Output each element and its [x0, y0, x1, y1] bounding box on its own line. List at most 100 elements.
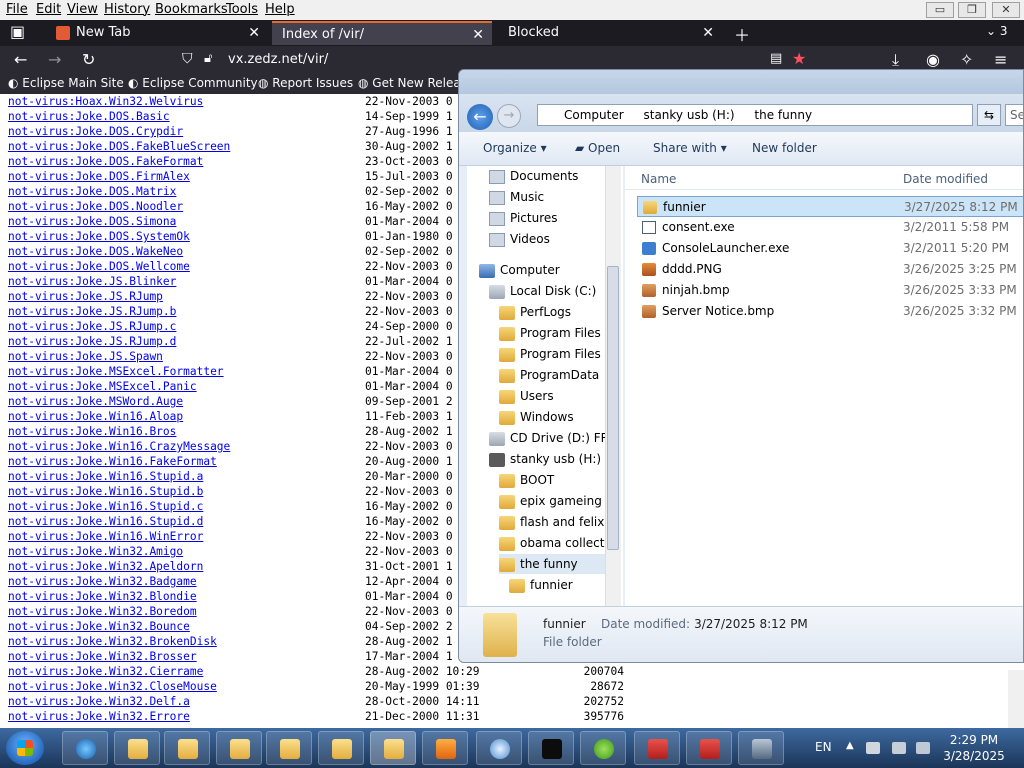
- listing-link[interactable]: not-virus:Joke.Win32.Amigo: [8, 545, 183, 558]
- listing-link[interactable]: not-virus:Joke.DOS.FirmAlex: [8, 170, 190, 183]
- explorer-title-bar[interactable]: [459, 70, 1023, 94]
- menu-help[interactable]: Help: [265, 2, 295, 17]
- listing-link[interactable]: not-virus:Joke.Win32.Boredom: [8, 605, 197, 618]
- nav-item[interactable]: funnier: [509, 575, 617, 595]
- menu-view[interactable]: View: [67, 2, 98, 17]
- taskbar-red-box-1[interactable]: [634, 731, 680, 765]
- bookmark-report-issues[interactable]: ◍ Report Issues: [258, 76, 353, 90]
- listing-link[interactable]: not-virus:Joke.DOS.Wellcome: [8, 260, 190, 273]
- forward-icon[interactable]: →: [48, 50, 61, 69]
- listing-link[interactable]: not-virus:Joke.Win16.FakeFormat: [8, 455, 217, 468]
- listing-link[interactable]: not-virus:Joke.Win32.CloseMouse: [8, 680, 217, 693]
- file-row[interactable]: ConsoleLauncher.exe 3/2/2011 5:20 PM: [637, 238, 1023, 259]
- file-row[interactable]: Server Notice.bmp 3/26/2025 3:32 PM: [637, 301, 1023, 322]
- listing-link[interactable]: not-virus:Joke.Win32.Badgame: [8, 575, 197, 588]
- close-tab-icon[interactable]: ✕: [248, 21, 260, 45]
- minimize-button[interactable]: ▭: [926, 2, 954, 18]
- account-icon[interactable]: ◉: [926, 50, 940, 69]
- nav-item[interactable]: flash and felix: [499, 512, 617, 532]
- menu-edit[interactable]: Edit: [36, 2, 61, 17]
- menu-file[interactable]: File: [6, 2, 28, 17]
- nav-item[interactable]: Computer: [479, 260, 617, 280]
- listing-link[interactable]: not-virus:Joke.Win32.BrokenDisk: [8, 635, 217, 648]
- listing-link[interactable]: not-virus:Joke.DOS.SystemOk: [8, 230, 190, 243]
- bookmark-eclipse-community[interactable]: ◐ Eclipse Community: [128, 76, 258, 90]
- menu-bookmarks[interactable]: Bookmarks: [155, 2, 228, 17]
- volume-icon[interactable]: [916, 742, 930, 754]
- nav-item[interactable]: BOOT: [499, 470, 617, 490]
- column-date-modified[interactable]: Date modified: [903, 172, 988, 186]
- hamburger-menu-icon[interactable]: ≡: [994, 50, 1007, 69]
- listing-link[interactable]: not-virus:Joke.Win16.Aloap: [8, 410, 183, 423]
- listing-link[interactable]: not-virus:Joke.MSWord.Auge: [8, 395, 183, 408]
- nav-item[interactable]: Documents: [489, 166, 617, 186]
- nav-item[interactable]: the funny: [499, 554, 617, 574]
- language-indicator[interactable]: EN: [815, 740, 832, 754]
- listing-link[interactable]: not-virus:Joke.Win32.Brosser: [8, 650, 197, 663]
- listing-link[interactable]: not-virus:Joke.JS.RJump: [8, 290, 163, 303]
- listing-link[interactable]: not-virus:Hoax.Win32.Welvirus: [8, 95, 203, 108]
- explorer-back-icon[interactable]: ←: [467, 104, 493, 130]
- taskbar-monitor-app[interactable]: [738, 731, 784, 765]
- organize-button[interactable]: Organize ▾: [483, 141, 547, 155]
- downloads-icon[interactable]: ⤓: [892, 50, 899, 70]
- file-row[interactable]: funnier 3/27/2025 8:12 PM: [637, 196, 1023, 217]
- file-row[interactable]: dddd.PNG 3/26/2025 3:25 PM: [637, 259, 1023, 280]
- menu-tools[interactable]: Tools: [226, 2, 258, 17]
- close-button[interactable]: ✕: [992, 2, 1020, 18]
- taskbar-explorer-4[interactable]: [266, 731, 312, 765]
- nav-item[interactable]: Program Files (: [499, 344, 617, 364]
- nav-item[interactable]: stanky usb (H:): [489, 449, 617, 469]
- listing-link[interactable]: not-virus:Joke.MSExcel.Panic: [8, 380, 197, 393]
- listing-link[interactable]: not-virus:Joke.DOS.Crypdir: [8, 125, 183, 138]
- nav-item[interactable]: Program Files: [499, 323, 617, 343]
- bookmark-get-new-releases[interactable]: ◍ Get New Releas: [358, 76, 467, 90]
- taskbar-explorer-1[interactable]: [114, 731, 160, 765]
- nav-item[interactable]: CD Drive (D:) FRT: [489, 428, 617, 448]
- bookmark-star-icon[interactable]: ★: [792, 49, 806, 68]
- tab-list-button[interactable]: ⌄ 3: [986, 24, 1008, 38]
- file-row[interactable]: ninjah.bmp 3/26/2025 3:33 PM: [637, 280, 1023, 301]
- listing-link[interactable]: not-virus:Joke.DOS.Simona: [8, 215, 176, 228]
- taskbar-explorer-3[interactable]: [216, 731, 262, 765]
- listing-link[interactable]: not-virus:Joke.Win16.Stupid.b: [8, 485, 203, 498]
- column-name[interactable]: Name: [641, 172, 676, 186]
- taskbar-utorrent[interactable]: [580, 731, 626, 765]
- nav-item[interactable]: Local Disk (C:): [489, 281, 617, 301]
- new-tab-icon[interactable]: ＋: [734, 22, 750, 46]
- nav-item[interactable]: epix gameing: [499, 491, 617, 511]
- listing-link[interactable]: not-virus:Joke.DOS.Matrix: [8, 185, 176, 198]
- explorer-refresh-icon[interactable]: ⇆: [977, 104, 1001, 126]
- nav-item[interactable]: Videos: [489, 229, 617, 249]
- menu-history[interactable]: History: [104, 2, 150, 17]
- listing-link[interactable]: not-virus:Joke.JS.Blinker: [8, 275, 176, 288]
- listing-link[interactable]: not-virus:Joke.Win16.Bros: [8, 425, 176, 438]
- explorer-search-input[interactable]: Se: [1005, 104, 1023, 126]
- listing-link[interactable]: not-virus:Joke.Win32.Errore: [8, 710, 190, 723]
- listing-link[interactable]: not-virus:Joke.Win16.WinError: [8, 530, 203, 543]
- explorer-breadcrumb[interactable]: Computer stanky usb (H:) the funny: [537, 104, 973, 126]
- restore-button[interactable]: ❐: [958, 2, 986, 18]
- nav-item[interactable]: obama collecti: [499, 533, 617, 553]
- nav-item[interactable]: PerfLogs: [499, 302, 617, 322]
- listing-link[interactable]: not-virus:Joke.DOS.WakeNeo: [8, 245, 183, 258]
- explorer-forward-icon[interactable]: →: [497, 104, 521, 128]
- url-field[interactable]: vx.zedz.net/vir/: [228, 52, 328, 67]
- listing-link[interactable]: not-virus:Joke.DOS.FakeFormat: [8, 155, 203, 168]
- taskbar-explorer-2[interactable]: [164, 731, 210, 765]
- network-icon[interactable]: [892, 742, 906, 754]
- listing-link[interactable]: not-virus:Joke.Win16.Stupid.a: [8, 470, 203, 483]
- taskbar-explorer-5[interactable]: [318, 731, 364, 765]
- listing-link[interactable]: not-virus:Joke.JS.RJump.b: [8, 305, 176, 318]
- reload-icon[interactable]: ↻: [82, 50, 95, 69]
- tab-index-of-vir[interactable]: Index of /vir/ ✕: [272, 21, 492, 45]
- listing-link[interactable]: not-virus:Joke.Win16.Stupid.d: [8, 515, 203, 528]
- clock-date[interactable]: 3/28/2025: [942, 749, 1006, 763]
- listing-link[interactable]: not-virus:Joke.JS.Spawn: [8, 350, 163, 363]
- new-folder-button[interactable]: New folder: [752, 141, 817, 155]
- taskbar-browser[interactable]: [476, 731, 522, 765]
- nav-item[interactable]: Pictures: [489, 208, 617, 228]
- tab-new-tab[interactable]: New Tab ✕: [46, 21, 268, 45]
- breadcrumb-usb[interactable]: stanky usb (H:): [643, 108, 734, 122]
- listing-link[interactable]: not-virus:Joke.JS.RJump.c: [8, 320, 176, 333]
